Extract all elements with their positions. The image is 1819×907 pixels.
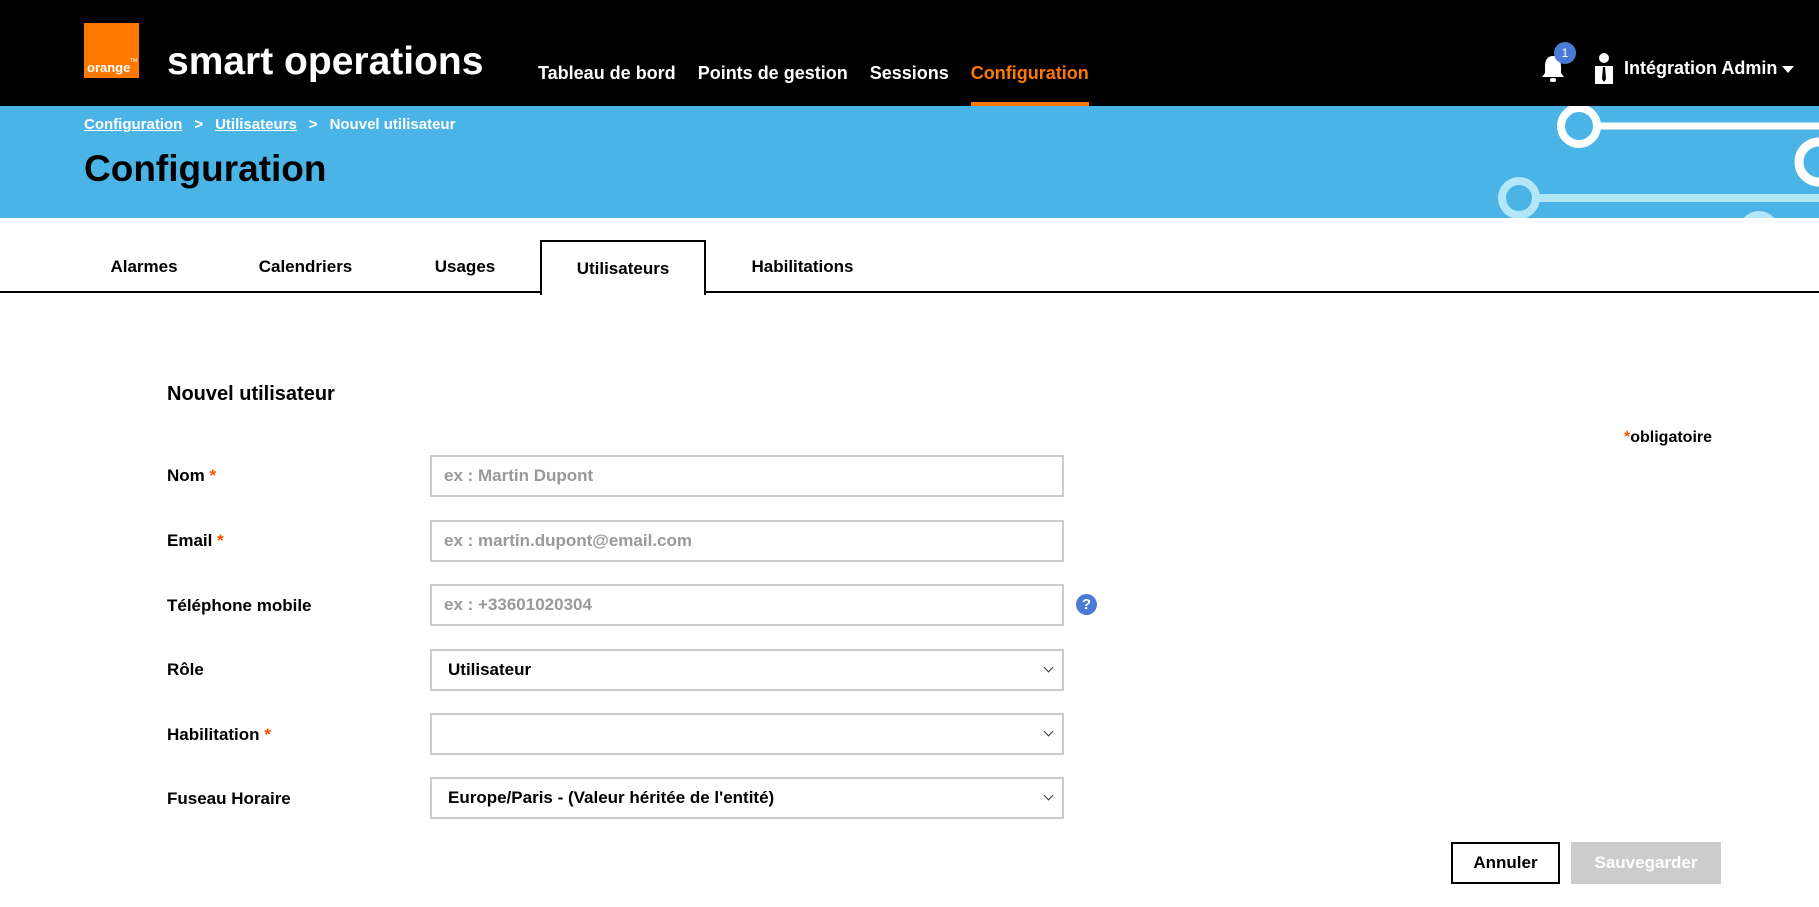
page-header-band: Configuration > Utilisateurs > Nouvel ut…	[0, 106, 1819, 218]
chevron-down-icon	[1043, 790, 1054, 801]
breadcrumb-separator-icon: >	[308, 116, 318, 133]
breadcrumb-configuration[interactable]: Configuration	[84, 116, 182, 133]
required-star: *	[217, 531, 224, 550]
timezone-selected-value: Europe/Paris - (Valeur héritée de l'enti…	[448, 788, 775, 807]
breadcrumb-separator-icon: >	[194, 116, 204, 133]
breadcrumb: Configuration > Utilisateurs > Nouvel ut…	[84, 116, 455, 133]
config-tabs: Alarmes Calendriers Usages Utilisateurs …	[0, 240, 1819, 295]
nom-label: Nom *	[167, 466, 216, 486]
breadcrumb-current: Nouvel utilisateur	[329, 116, 456, 133]
app-title: smart operations	[167, 40, 484, 83]
required-note-text: obligatoire	[1630, 429, 1713, 446]
orange-logo[interactable]: orange TM	[84, 23, 139, 78]
email-input[interactable]	[430, 520, 1064, 562]
chevron-down-icon	[1043, 662, 1054, 673]
logo-text: orange	[87, 60, 131, 75]
chevron-down-icon[interactable]	[1782, 66, 1794, 73]
main-nav: Tableau de bord Points de gestion Sessio…	[538, 0, 1111, 106]
nav-sessions[interactable]: Sessions	[870, 0, 949, 106]
circuit-decoration-icon	[1498, 106, 1819, 218]
tab-alarmes[interactable]: Alarmes	[100, 240, 188, 293]
timezone-label-text: Fuseau Horaire	[167, 789, 291, 808]
timezone-label: Fuseau Horaire	[167, 789, 291, 809]
tab-usages[interactable]: Usages	[425, 240, 505, 293]
required-note: *obligatoire	[1624, 429, 1712, 447]
timezone-select[interactable]: Europe/Paris - (Valeur héritée de l'enti…	[430, 777, 1064, 819]
habilitation-label: Habilitation *	[167, 725, 271, 745]
phone-label-text: Téléphone mobile	[167, 596, 312, 615]
nav-configuration[interactable]: Configuration	[970, 0, 1089, 106]
form-title: Nouvel utilisateur	[167, 383, 335, 405]
required-star: *	[209, 466, 217, 485]
cancel-button[interactable]: Annuler	[1451, 842, 1560, 884]
nav-points-de-gestion[interactable]: Points de gestion	[698, 0, 848, 106]
tab-habilitations[interactable]: Habilitations	[745, 240, 860, 293]
nav-tableau-de-bord[interactable]: Tableau de bord	[538, 0, 676, 106]
habilitation-select[interactable]	[430, 713, 1064, 755]
role-selected-value: Utilisateur	[448, 660, 532, 679]
nom-label-text: Nom	[167, 466, 205, 485]
page-title: Configuration	[84, 148, 327, 189]
tab-calendriers[interactable]: Calendriers	[248, 240, 363, 293]
notification-badge: 1	[1554, 42, 1576, 64]
help-icon[interactable]: ?	[1076, 594, 1097, 615]
logo-tm: TM	[129, 58, 137, 64]
phone-label: Téléphone mobile	[167, 596, 312, 616]
email-label-text: Email	[167, 531, 213, 550]
chevron-down-icon	[1043, 726, 1054, 737]
phone-input[interactable]	[430, 584, 1064, 626]
tab-utilisateurs[interactable]: Utilisateurs	[540, 240, 706, 295]
email-label: Email *	[167, 531, 224, 551]
role-select[interactable]: Utilisateur	[430, 649, 1064, 691]
role-label: Rôle	[167, 660, 204, 680]
breadcrumb-utilisateurs[interactable]: Utilisateurs	[215, 116, 297, 133]
user-icon	[1595, 53, 1613, 84]
user-menu[interactable]: Intégration Admin	[1624, 58, 1777, 79]
nom-input[interactable]	[430, 455, 1064, 497]
habilitation-label-text: Habilitation	[167, 725, 260, 744]
role-label-text: Rôle	[167, 660, 204, 679]
save-button[interactable]: Sauvegarder	[1571, 842, 1721, 884]
required-star: *	[264, 725, 271, 744]
top-header: orange TM smart operations Tableau de bo…	[0, 0, 1819, 106]
